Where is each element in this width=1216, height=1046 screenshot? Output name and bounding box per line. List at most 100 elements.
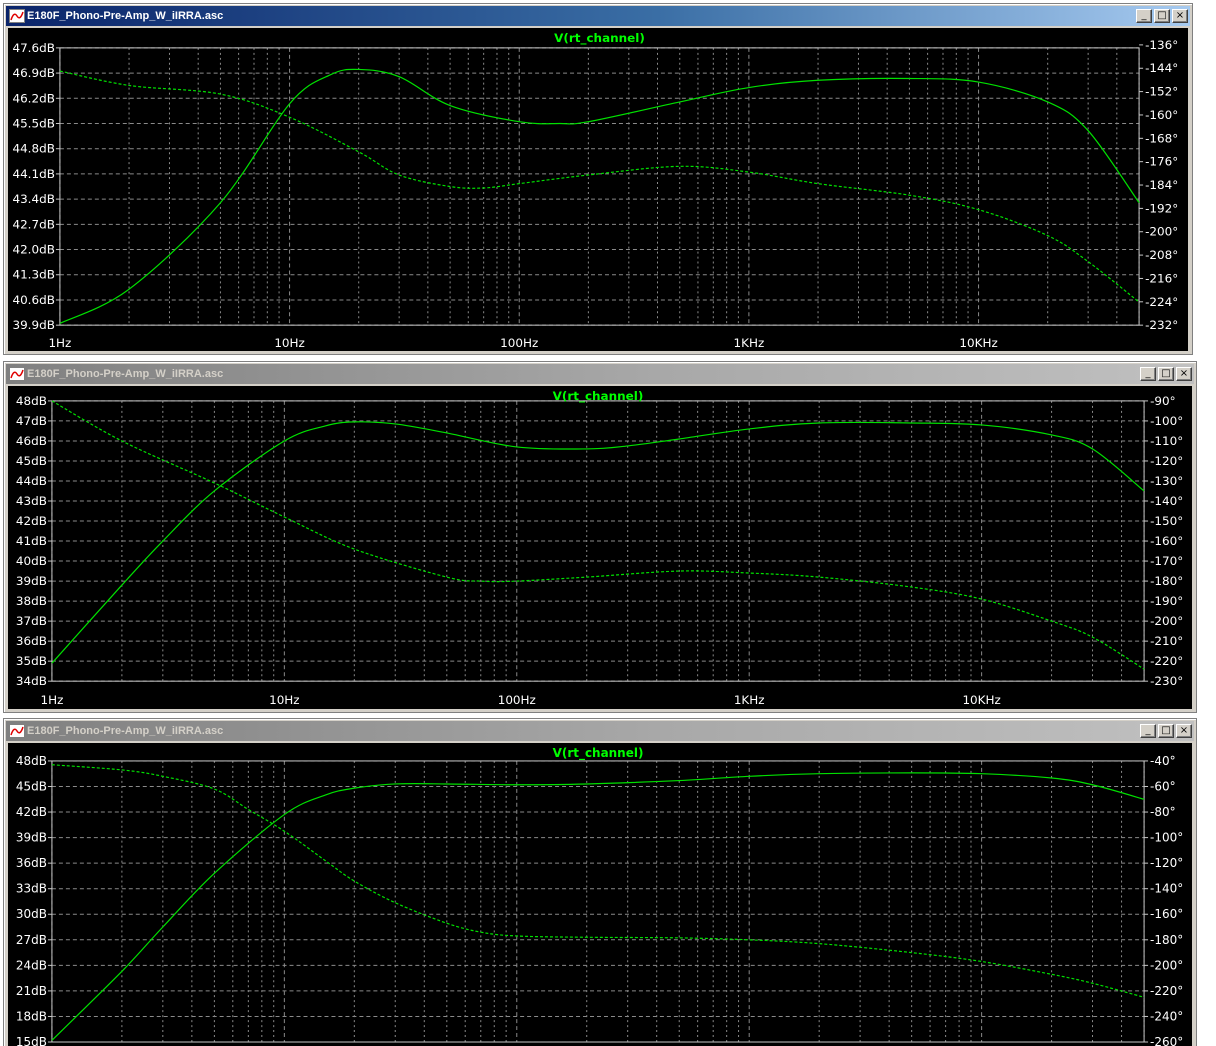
left-axis-tick-label: 24dB	[16, 958, 47, 972]
x-axis-tick-label: 1Hz	[48, 336, 71, 350]
maximize-button[interactable]: □	[1158, 724, 1174, 738]
x-axis-tick-label: 1KHz	[734, 693, 765, 707]
right-axis-tick-label: -200°	[1150, 958, 1183, 972]
x-axis-tick-label: 10Hz	[269, 693, 300, 707]
left-axis-tick-label: 40dB	[16, 554, 47, 568]
left-axis-tick-label: 48dB	[16, 754, 47, 768]
bode-plot-1[interactable]: 47.6dB 46.9dB 46.2dB 45.5dB 44.8dB 44.1dB 43.4…	[8, 28, 1188, 351]
right-axis-tick-label: -80°	[1150, 805, 1176, 819]
left-axis-tick-label: 37dB	[16, 614, 47, 628]
left-axis-tick-label: 44.1dB	[12, 167, 54, 181]
x-axis-tick-label: 10Hz	[274, 336, 305, 350]
waveform-app-icon	[9, 9, 25, 23]
left-axis-tick-label: 45dB	[16, 779, 47, 793]
right-axis-tick-label: -200°	[1145, 225, 1178, 239]
left-axis-tick-label: 43dB	[16, 494, 47, 508]
left-axis-tick-label: 18dB	[16, 1009, 47, 1023]
left-axis-tick-label: 44.8dB	[12, 142, 54, 156]
right-axis-tick-label: -130°	[1150, 474, 1183, 488]
left-axis-tick-label: 47dB	[16, 414, 47, 428]
left-axis-tick-label: 34dB	[16, 674, 47, 688]
right-axis-tick-label: -40°	[1150, 754, 1176, 768]
close-button[interactable]: ×	[1172, 9, 1188, 23]
right-axis-tick-label: -100°	[1150, 414, 1183, 428]
left-axis-tick-label: 46dB	[16, 434, 47, 448]
left-axis-tick-label: 42dB	[16, 514, 47, 528]
left-axis-tick-label: 39.9dB	[12, 318, 54, 332]
right-axis-tick-label: -136°	[1145, 38, 1178, 52]
left-axis-tick-label: 36dB	[16, 634, 47, 648]
left-axis-tick-label: 41.3dB	[12, 268, 54, 282]
right-axis-tick-label: -110°	[1150, 434, 1183, 448]
left-axis-tick-label: 42.7dB	[12, 217, 54, 231]
right-axis-tick-label: -60°	[1150, 779, 1176, 793]
x-axis-tick-label: 100Hz	[500, 336, 538, 350]
close-button[interactable]: ×	[1176, 367, 1192, 381]
right-axis-tick-label: -152°	[1145, 85, 1178, 99]
left-axis-tick-label: 39dB	[16, 574, 47, 588]
right-axis-tick-label: -90°	[1150, 394, 1176, 408]
right-axis-tick-label: -176°	[1145, 155, 1178, 169]
plot-frame	[51, 760, 1145, 1043]
right-axis-tick-label: -220°	[1150, 654, 1183, 668]
right-axis-tick-label: -140°	[1150, 494, 1183, 508]
left-axis-tick-label: 42.0dB	[12, 243, 54, 257]
trace-name-label[interactable]: V(rt_channel)	[553, 746, 644, 761]
window-1-title: E180F_Phono-Pre-Amp_W_iIRRA.asc	[27, 10, 224, 22]
right-axis-tick-label: -184°	[1145, 178, 1178, 192]
magnitude-trace	[51, 772, 1145, 1041]
left-axis-tick-label: 30dB	[16, 907, 47, 921]
left-axis-tick-label: 43.4dB	[12, 192, 54, 206]
plot-frame	[59, 47, 1140, 326]
plot-window-2[interactable]: E180F_Phono-Pre-Amp_W_iIRRA.asc _ □ × 48…	[3, 361, 1197, 713]
window-2-title: E180F_Phono-Pre-Amp_W_iIRRA.asc	[27, 368, 224, 380]
left-axis-tick-label: 21dB	[16, 984, 47, 998]
right-axis-tick-label: -144°	[1145, 61, 1178, 75]
left-axis-tick-label: 38dB	[16, 594, 47, 608]
maximize-button[interactable]: □	[1154, 9, 1170, 23]
right-axis-tick-label: -160°	[1145, 108, 1178, 122]
plot-area-1[interactable]: 47.6dB 46.9dB 46.2dB 45.5dB 44.8dB 44.1dB 43.4…	[8, 28, 1188, 351]
trace-name-label[interactable]: V(rt_channel)	[553, 389, 644, 404]
bode-plot-2[interactable]: 48dB 47dB 46dB 45dB 44dB 43dB 42dB 41dB 40dB 39dB…	[8, 386, 1192, 709]
x-axis-tick-label: 100Hz	[498, 693, 536, 707]
x-axis-tick-label: 1KHz	[734, 336, 765, 350]
right-axis-tick-label: -192°	[1145, 201, 1178, 215]
window-2-titlebar[interactable]: E180F_Phono-Pre-Amp_W_iIRRA.asc _ □ ×	[6, 364, 1194, 384]
magnitude-trace	[51, 421, 1145, 664]
minimize-button[interactable]: _	[1136, 9, 1152, 23]
right-axis-tick-label: -120°	[1150, 856, 1183, 870]
left-axis-tick-label: 47.6dB	[12, 41, 54, 55]
bode-plot-3[interactable]: 48dB 45dB 42dB 39dB 36dB 33dB 30dB 27dB 24dB 21dB…	[8, 743, 1192, 1046]
plot-area-2[interactable]: 48dB 47dB 46dB 45dB 44dB 43dB 42dB 41dB 40dB 39dB…	[8, 386, 1192, 709]
right-axis-tick-label: -220°	[1150, 984, 1183, 998]
minimize-button[interactable]: _	[1140, 367, 1156, 381]
plot-area-3[interactable]: 48dB 45dB 42dB 39dB 36dB 33dB 30dB 27dB 24dB 21dB…	[8, 743, 1192, 1046]
right-axis-tick-label: -240°	[1150, 1009, 1183, 1023]
magnitude-trace	[59, 68, 1140, 324]
minimize-button[interactable]: _	[1140, 724, 1156, 738]
waveform-app-icon	[9, 367, 25, 381]
phase-trace	[51, 764, 1145, 998]
left-axis-tick-label: 45dB	[16, 454, 47, 468]
window-1-titlebar[interactable]: E180F_Phono-Pre-Amp_W_iIRRA.asc _ □ ×	[6, 6, 1190, 26]
window-3-titlebar[interactable]: E180F_Phono-Pre-Amp_W_iIRRA.asc _ □ ×	[6, 721, 1194, 741]
maximize-button[interactable]: □	[1158, 367, 1174, 381]
phase-trace	[59, 70, 1140, 303]
right-axis-tick-label: -230°	[1150, 674, 1183, 688]
right-axis-tick-label: -170°	[1150, 554, 1183, 568]
x-axis-tick-label: 10KHz	[962, 693, 1000, 707]
left-axis-tick-label: 46.9dB	[12, 66, 54, 80]
plot-window-1[interactable]: E180F_Phono-Pre-Amp_W_iIRRA.asc _ □ × 47…	[3, 3, 1193, 355]
left-axis-tick-label: 36dB	[16, 856, 47, 870]
plot-window-3[interactable]: E180F_Phono-Pre-Amp_W_iIRRA.asc _ □ × 48…	[3, 718, 1197, 1046]
grid	[51, 760, 1145, 1043]
trace-name-label[interactable]: V(rt_channel)	[554, 31, 645, 46]
close-button[interactable]: ×	[1176, 724, 1192, 738]
right-axis-tick-label: -180°	[1150, 574, 1183, 588]
grid	[51, 400, 1145, 682]
left-axis-tick-label: 46.2dB	[12, 91, 54, 105]
left-axis-tick-label: 41dB	[16, 534, 47, 548]
x-axis-tick-label: 1Hz	[40, 693, 63, 707]
right-axis-tick-label: -224°	[1145, 295, 1178, 309]
